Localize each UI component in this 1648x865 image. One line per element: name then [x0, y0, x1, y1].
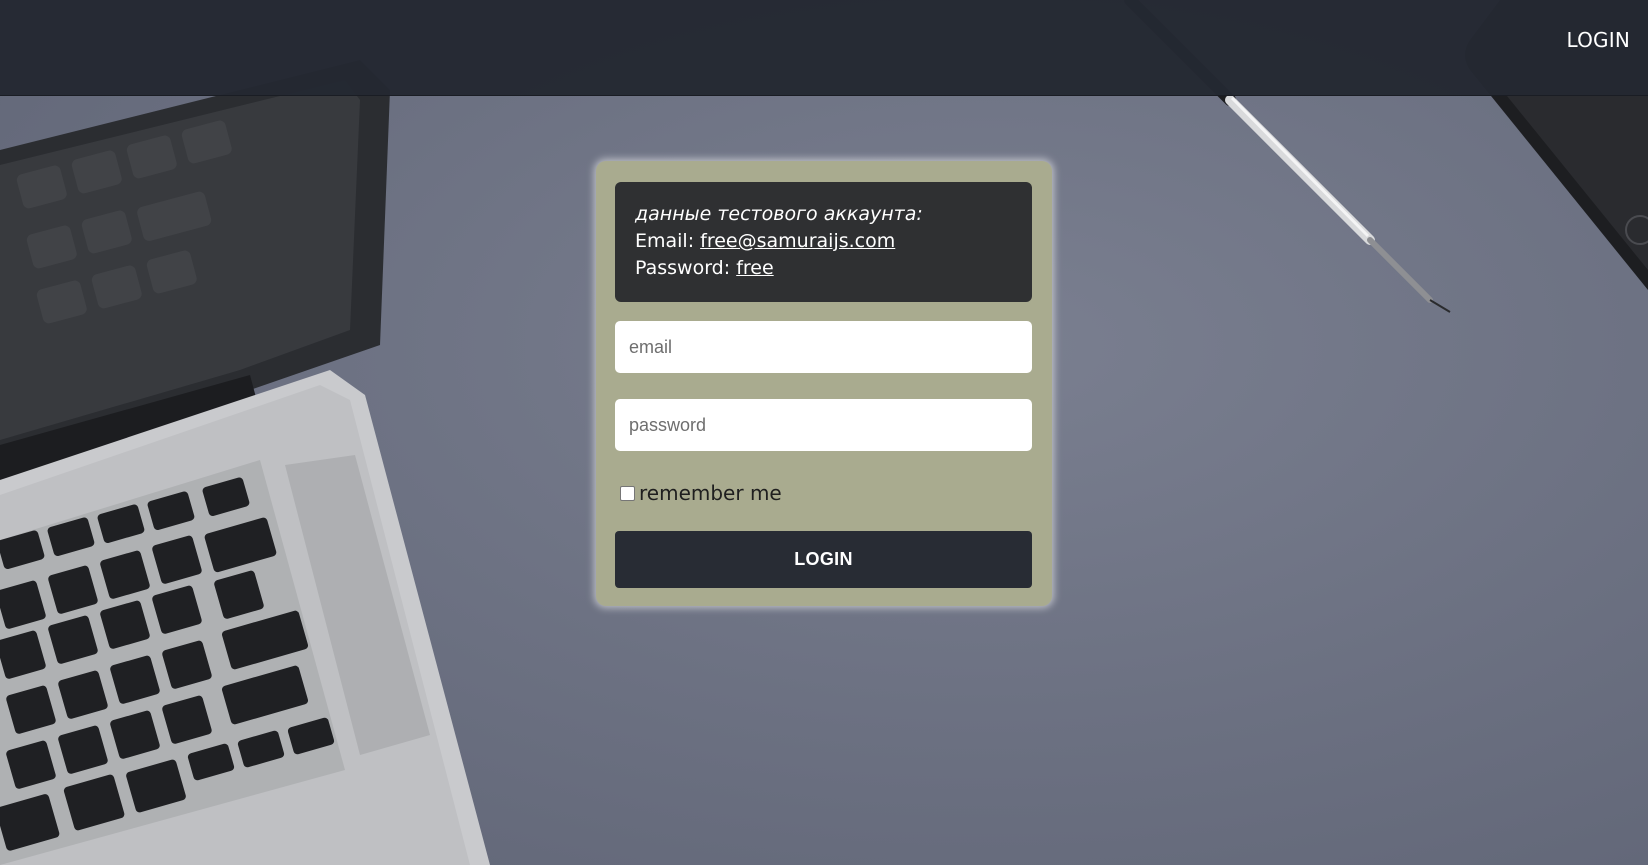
email-input[interactable]: [615, 321, 1032, 373]
test-email-link[interactable]: free@samuraijs.com: [700, 230, 895, 252]
test-email-row: Email: free@samuraijs.com: [635, 228, 1012, 255]
remember-me-checkbox[interactable]: [620, 485, 635, 501]
laptop-image: [0, 60, 490, 865]
password-input[interactable]: [615, 399, 1032, 451]
top-navbar: LOGIN: [0, 0, 1648, 96]
test-password-link[interactable]: free: [736, 257, 773, 279]
remember-me-label: remember me: [639, 481, 782, 505]
header-login-link[interactable]: LOGIN: [1566, 28, 1630, 52]
remember-me-row[interactable]: remember me: [620, 478, 782, 508]
test-password-label: Password:: [635, 257, 737, 279]
login-card: данные тестового аккаунта: Email: free@s…: [596, 161, 1052, 606]
login-submit-button[interactable]: LOGIN: [615, 531, 1032, 588]
test-password-row: Password: free: [635, 255, 1012, 282]
test-email-label: Email:: [635, 230, 701, 252]
test-account-heading: данные тестового аккаунта:: [635, 203, 923, 225]
test-account-info-box: данные тестового аккаунта: Email: free@s…: [615, 182, 1032, 302]
